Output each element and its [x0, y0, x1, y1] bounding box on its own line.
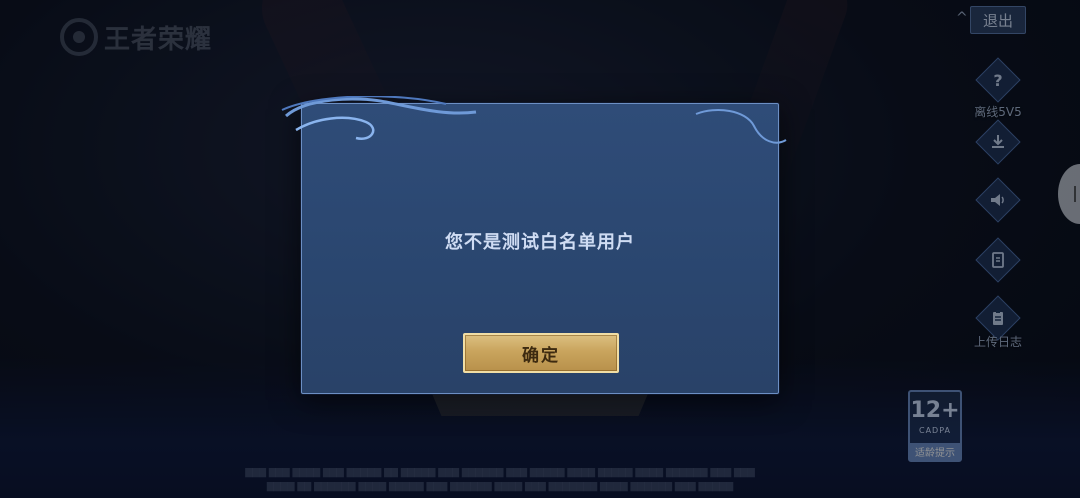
dialog-message: 您不是测试白名单用户 — [445, 232, 635, 253]
dialog-swirl-ornament — [281, 96, 787, 144]
alert-dialog: 您不是测试白名单用户 确定 — [281, 96, 787, 394]
confirm-button[interactable]: 确定 — [463, 333, 619, 373]
